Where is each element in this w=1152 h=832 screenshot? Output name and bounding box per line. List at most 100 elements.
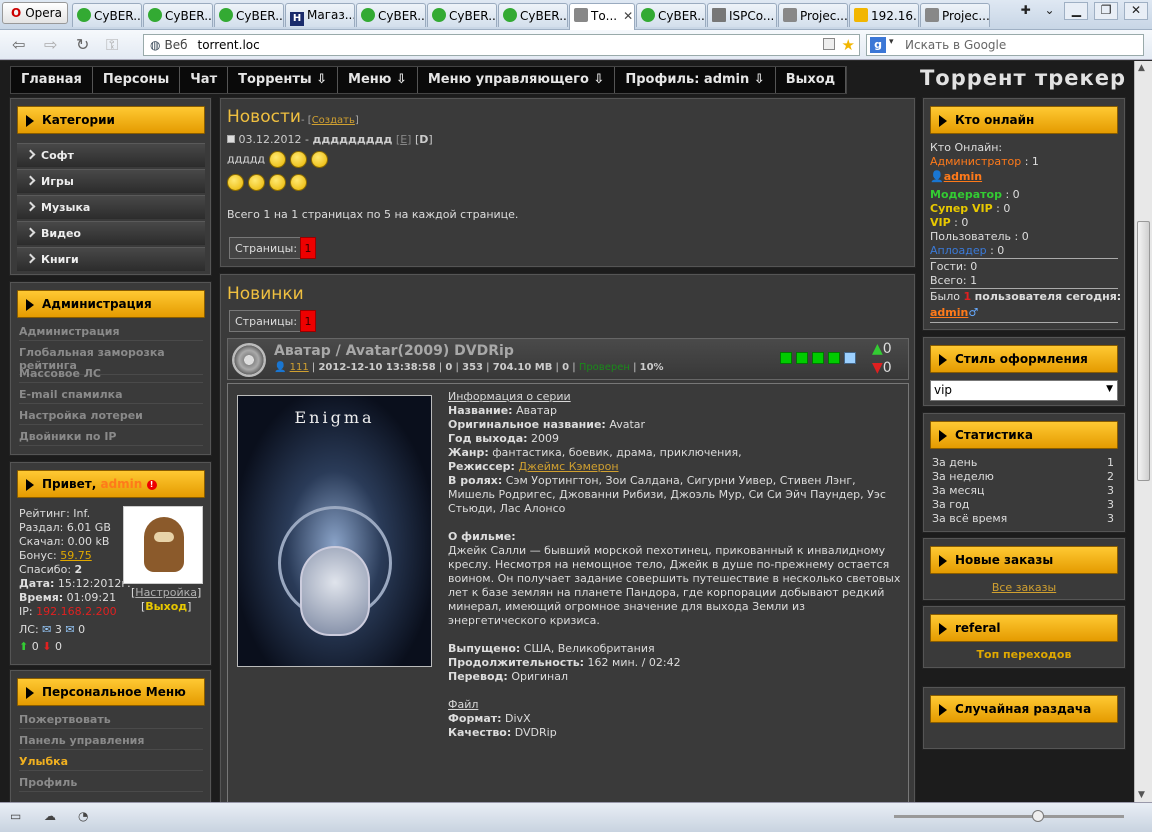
online-admin-link[interactable]: admin — [944, 170, 982, 183]
menu-item[interactable]: Главная — [11, 67, 93, 93]
maximize-icon[interactable]: ❐ — [1094, 2, 1119, 20]
personal-link[interactable]: Улыбка — [19, 755, 203, 771]
detail-about: Джейк Салли — бывший морской пехотинец, … — [448, 544, 901, 627]
torrent-title-link[interactable]: Аватар / Avatar(2009) DVDRip — [274, 343, 514, 359]
key-icon[interactable]: ⚿ — [106, 35, 118, 55]
category-item[interactable]: Видео — [17, 221, 205, 245]
logout-link[interactable]: Выход — [145, 600, 187, 613]
admin-link[interactable]: Двойники по IP — [19, 430, 203, 446]
browser-tab[interactable]: ISPCo... — [707, 3, 777, 27]
admin-link[interactable]: E-mail спамилка — [19, 388, 203, 404]
main-menu: Главная Персоны Чат Торренты ⇩ Меню ⇩ Меню уп… — [10, 66, 848, 94]
news-page-1[interactable]: 1 — [300, 237, 316, 259]
browser-tab[interactable]: CyBER... — [356, 3, 426, 27]
tab-label: То... — [591, 9, 618, 23]
new-items-page-1[interactable]: 1 — [300, 310, 316, 332]
page-scrollbar[interactable]: ▲ ▼ — [1134, 61, 1152, 802]
bookmark-star-icon[interactable]: ★ — [842, 36, 855, 54]
scroll-up-icon[interactable]: ▲ — [1138, 63, 1145, 73]
search-input[interactable]: g ▾ Искать в Google — [866, 34, 1144, 56]
news-edit-link[interactable]: E — [400, 133, 407, 146]
user-header-name[interactable]: admin — [100, 477, 142, 491]
scroll-down-icon[interactable]: ▼ — [1138, 790, 1145, 800]
menu-item[interactable]: Чат — [180, 67, 229, 93]
top-referrals-link[interactable]: Топ переходов — [924, 648, 1124, 661]
opera-menu-button[interactable]: O Opera — [2, 2, 68, 24]
cloud-icon[interactable]: ☁ — [44, 809, 56, 823]
minimize-icon[interactable]: ▁ — [1064, 2, 1089, 20]
category-item[interactable]: Книги — [17, 247, 205, 271]
menu-item[interactable]: Профиль: admin ⇩ — [615, 67, 776, 93]
settings-link[interactable]: Настройка — [135, 586, 197, 599]
browser-tab[interactable]: Projec... — [778, 3, 848, 27]
detail-duration: Продолжительность: 162 мин. / 02:42 — [448, 656, 681, 669]
news-pages-label: Страницы: — [229, 237, 304, 259]
personal-link[interactable]: Профиль — [19, 776, 203, 792]
personal-link[interactable]: Панель управления — [19, 734, 203, 750]
category-item[interactable]: Софт — [17, 143, 205, 167]
personal-menu-header: Персональное Меню — [17, 678, 205, 706]
tab-close-icon[interactable]: ✕ — [623, 9, 633, 23]
file-link[interactable]: Файл — [448, 698, 903, 712]
browser-tab[interactable]: H Магаз... — [285, 3, 355, 27]
upload-line: Раздал: 6.01 GB — [19, 521, 111, 534]
category-item[interactable]: Игры — [17, 169, 205, 193]
inbox-icon[interactable]: ✉ — [42, 623, 51, 636]
admin-link[interactable]: Массовое ЛС — [19, 367, 203, 383]
news-delete-link[interactable]: D — [419, 133, 428, 146]
menu-item[interactable]: Меню ⇩ — [338, 67, 418, 93]
director-link[interactable]: Джеймс Кэмерон — [518, 460, 618, 473]
browser-tab[interactable]: CyBER... — [214, 3, 284, 27]
tab-list-icon[interactable]: ⌄ — [1041, 3, 1059, 21]
news-create-link[interactable]: Создать — [312, 115, 355, 126]
detail-director: Режиссер: Джеймс Кэмерон — [448, 460, 619, 473]
user-panel: Привет, admin ! Рейтинг: Inf. Раздал: 6.… — [9, 461, 212, 666]
browser-tab[interactable]: CyBER... — [143, 3, 213, 27]
user-icon: 👤 — [274, 362, 287, 373]
scroll-thumb[interactable] — [1137, 221, 1150, 481]
torrent-activity: ⬆ 0 ⬇ 0 — [19, 640, 62, 653]
menu-item[interactable]: Персоны — [93, 67, 181, 93]
browser-tab[interactable]: CyBER... — [498, 3, 568, 27]
rss-icon[interactable] — [823, 38, 835, 50]
back-icon[interactable]: ⇦ — [12, 35, 25, 54]
close-window-icon[interactable]: ✕ — [1124, 2, 1148, 20]
avatar[interactable] — [123, 506, 203, 584]
poster-image[interactable]: Enigma — [237, 395, 432, 667]
google-icon[interactable]: g — [870, 37, 886, 53]
forward-icon[interactable]: ⇨ — [44, 35, 57, 54]
admin-link[interactable]: Администрация — [19, 325, 203, 341]
admin-panel: Администрация Администрация Глобальная за… — [9, 281, 212, 456]
browser-tab[interactable]: CyBER... — [636, 3, 706, 27]
category-item[interactable]: Музыка — [17, 195, 205, 219]
torrent-author-link[interactable]: 111 — [290, 362, 309, 373]
zoom-knob[interactable] — [1032, 810, 1044, 822]
all-orders-link[interactable]: Все заказы — [924, 581, 1124, 594]
browser-tab[interactable]: Projec... — [920, 3, 990, 27]
menu-item[interactable]: Меню управляющего ⇩ — [418, 67, 616, 93]
dropdown-arrow-icon: ⇩ — [749, 72, 765, 87]
personal-link[interactable]: Пожертвовать — [19, 713, 203, 729]
zoom-slider[interactable] — [894, 815, 1124, 818]
browser-tab[interactable]: То... ✕ — [569, 3, 635, 30]
browser-tab[interactable]: 192.16... — [849, 3, 919, 27]
speed-icon[interactable]: ◔ — [78, 809, 88, 823]
menu-item[interactable]: Выход — [776, 67, 847, 93]
search-engine-dropdown-icon[interactable]: ▾ — [889, 37, 894, 47]
admin-link[interactable]: Настройка лотереи — [19, 409, 203, 425]
style-select[interactable]: vip ▼ — [930, 380, 1118, 401]
series-info-link[interactable]: Информация о серии — [448, 390, 903, 404]
detail-name: Название: Аватар — [448, 404, 557, 417]
bonus-link[interactable]: 59.75 — [60, 549, 92, 562]
online-today-link[interactable]: admin — [930, 306, 968, 319]
browser-tab[interactable]: CyBER... — [427, 3, 497, 27]
browser-tab[interactable]: CyBER... — [72, 3, 142, 27]
new-tab-icon[interactable]: ✚ — [1017, 3, 1035, 21]
outbox-icon[interactable]: ✉ — [65, 623, 74, 636]
collapse-icon[interactable] — [227, 135, 235, 143]
menu-item[interactable]: Торренты ⇩ — [228, 67, 339, 93]
url-input[interactable]: Веб torrent.loc ★ — [143, 34, 860, 56]
reload-icon[interactable]: ↻ — [76, 35, 89, 54]
tab-label: Projec... — [942, 9, 990, 23]
panel-toggle-icon[interactable]: ▭ — [10, 809, 21, 823]
